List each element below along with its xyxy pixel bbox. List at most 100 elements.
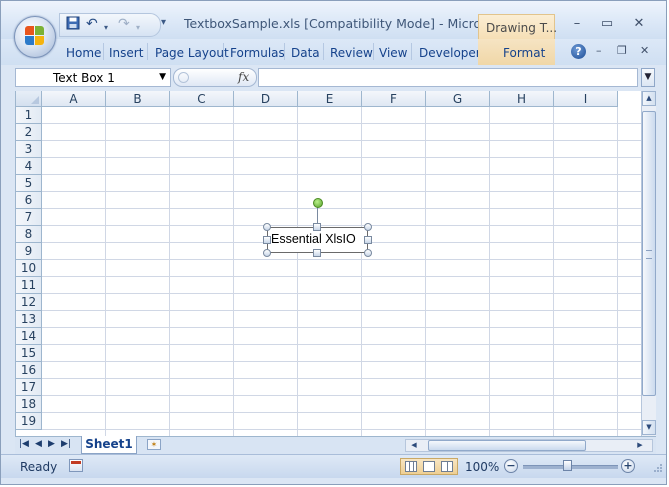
format-tab[interactable]: Format (478, 39, 555, 65)
tab-page-layout[interactable]: Page Layout (155, 46, 229, 60)
column-header-i[interactable]: I (554, 91, 618, 107)
tab-format[interactable]: Format (503, 46, 545, 60)
column-header-e[interactable]: E (298, 91, 362, 107)
undo-icon[interactable]: ↶ (86, 16, 98, 32)
row-header-18[interactable]: 18 (16, 396, 42, 413)
workbook-restore-button[interactable]: ❐ (617, 44, 627, 57)
page-break-view-icon[interactable] (441, 461, 453, 472)
redo-icon[interactable]: ↷ (118, 16, 130, 32)
zoom-level[interactable]: 100% (465, 460, 499, 474)
zoom-in-button[interactable]: + (621, 459, 635, 473)
scroll-left-icon[interactable]: ◀ (408, 440, 420, 451)
column-header-g[interactable]: G (426, 91, 490, 107)
row-header-15[interactable]: 15 (16, 345, 42, 362)
zoom-out-button[interactable]: − (504, 459, 518, 473)
vertical-scrollbar[interactable]: ▲ ▼ (641, 91, 656, 436)
row-header-4[interactable]: 4 (16, 158, 42, 175)
scroll-down-icon[interactable]: ▼ (642, 420, 656, 435)
tab-insert[interactable]: Insert (109, 46, 143, 60)
row-header-11[interactable]: 11 (16, 277, 42, 294)
row-header-17[interactable]: 17 (16, 379, 42, 396)
macro-record-icon[interactable] (69, 459, 83, 472)
name-box[interactable]: Text Box 1 ▼ (15, 68, 171, 87)
select-all-button[interactable] (16, 91, 42, 107)
sheet-tab-sheet1[interactable]: Sheet1 (81, 436, 137, 454)
tab-view[interactable]: View (379, 46, 407, 60)
name-box-dropdown-icon[interactable]: ▼ (159, 72, 166, 82)
ribbon-tabs: Home Insert Page Layout Formulas Data Re… (1, 39, 666, 66)
tab-data[interactable]: Data (291, 46, 320, 60)
fx-icon[interactable]: fx (238, 70, 249, 84)
maximize-button[interactable]: ▭ (593, 15, 621, 33)
redo-dropdown-icon[interactable]: ▾ (136, 20, 140, 36)
column-header-d[interactable]: D (234, 91, 298, 107)
tab-review[interactable]: Review (330, 46, 373, 60)
gridline-horizontal (42, 378, 642, 379)
resize-handle-bottom[interactable] (313, 249, 321, 257)
workbook-minimize-button[interactable]: – (596, 44, 602, 57)
resize-handle-top[interactable] (313, 223, 321, 231)
normal-view-icon[interactable] (405, 461, 417, 472)
minimize-button[interactable]: – (563, 15, 591, 33)
scroll-right-icon[interactable]: ▶ (634, 440, 646, 451)
resize-handle-top-left[interactable] (263, 223, 271, 231)
zoom-slider-thumb[interactable] (563, 460, 572, 471)
help-icon[interactable]: ? (571, 44, 586, 59)
row-header-9[interactable]: 9 (16, 243, 42, 260)
tab-formulas[interactable]: Formulas (230, 46, 285, 60)
insert-sheet-icon[interactable]: ✶ (147, 439, 161, 450)
undo-dropdown-icon[interactable]: ▾ (104, 20, 108, 36)
gridline-horizontal (42, 429, 642, 430)
vertical-scroll-thumb[interactable] (642, 111, 656, 396)
row-header-6[interactable]: 6 (16, 192, 42, 209)
gridline-horizontal (42, 361, 642, 362)
row-header-12[interactable]: 12 (16, 294, 42, 311)
expand-formula-bar-icon[interactable]: ▼ (641, 68, 655, 87)
workbook-close-button[interactable]: ✕ (640, 44, 649, 57)
row-header-1[interactable]: 1 (16, 107, 42, 124)
customize-qat-icon[interactable]: ▾ (161, 17, 166, 28)
formula-input[interactable] (258, 68, 638, 87)
resize-handle-bottom-left[interactable] (263, 249, 271, 257)
tab-developer[interactable]: Developer (419, 46, 481, 60)
rotation-handle[interactable] (313, 198, 323, 208)
resize-grip-icon[interactable] (653, 463, 663, 473)
row-header-5[interactable]: 5 (16, 175, 42, 192)
column-header-b[interactable]: B (106, 91, 170, 107)
row-header-3[interactable]: 3 (16, 141, 42, 158)
horizontal-scrollbar[interactable]: ◀ ▶ (405, 439, 653, 452)
horizontal-scroll-thumb[interactable] (428, 440, 586, 451)
prev-sheet-icon[interactable]: ◀ (35, 439, 42, 449)
tab-home[interactable]: Home (66, 46, 101, 60)
close-button[interactable]: ✕ (625, 15, 653, 33)
row-header-19[interactable]: 19 (16, 413, 42, 430)
row-header-8[interactable]: 8 (16, 226, 42, 243)
row-header-2[interactable]: 2 (16, 124, 42, 141)
page-layout-view-icon[interactable] (423, 461, 435, 472)
column-header-a[interactable]: A (42, 91, 106, 107)
gridline-horizontal (42, 174, 642, 175)
resize-handle-left[interactable] (263, 236, 271, 244)
office-button[interactable] (14, 16, 56, 58)
row-header-14[interactable]: 14 (16, 328, 42, 345)
column-header-f[interactable]: F (362, 91, 426, 107)
resize-handle-right[interactable] (364, 236, 372, 244)
formula-bar-resize-icon[interactable] (178, 72, 189, 83)
row-header-7[interactable]: 7 (16, 209, 42, 226)
row-header-13[interactable]: 13 (16, 311, 42, 328)
gridline-horizontal (42, 276, 642, 277)
resize-handle-top-right[interactable] (364, 223, 372, 231)
row-header-16[interactable]: 16 (16, 362, 42, 379)
worksheet-grid[interactable]: ABCDEFGHI 1 2 3 4 5 6 7 8 9 10 11 12 13 14 15 16 17 18 19 … (15, 91, 642, 436)
resize-handle-bottom-right[interactable] (364, 249, 372, 257)
scroll-up-icon[interactable]: ▲ (642, 91, 656, 106)
next-sheet-icon[interactable]: ▶ (48, 439, 55, 449)
save-icon[interactable] (66, 16, 80, 34)
view-buttons (400, 458, 458, 475)
column-header-c[interactable]: C (170, 91, 234, 107)
last-sheet-icon[interactable]: ▶| (61, 439, 71, 449)
column-header-h[interactable]: H (490, 91, 554, 107)
row-header-10[interactable]: 10 (16, 260, 42, 277)
drawing-tools-context: Drawing T... (478, 14, 557, 39)
first-sheet-icon[interactable]: |◀ (19, 439, 29, 449)
